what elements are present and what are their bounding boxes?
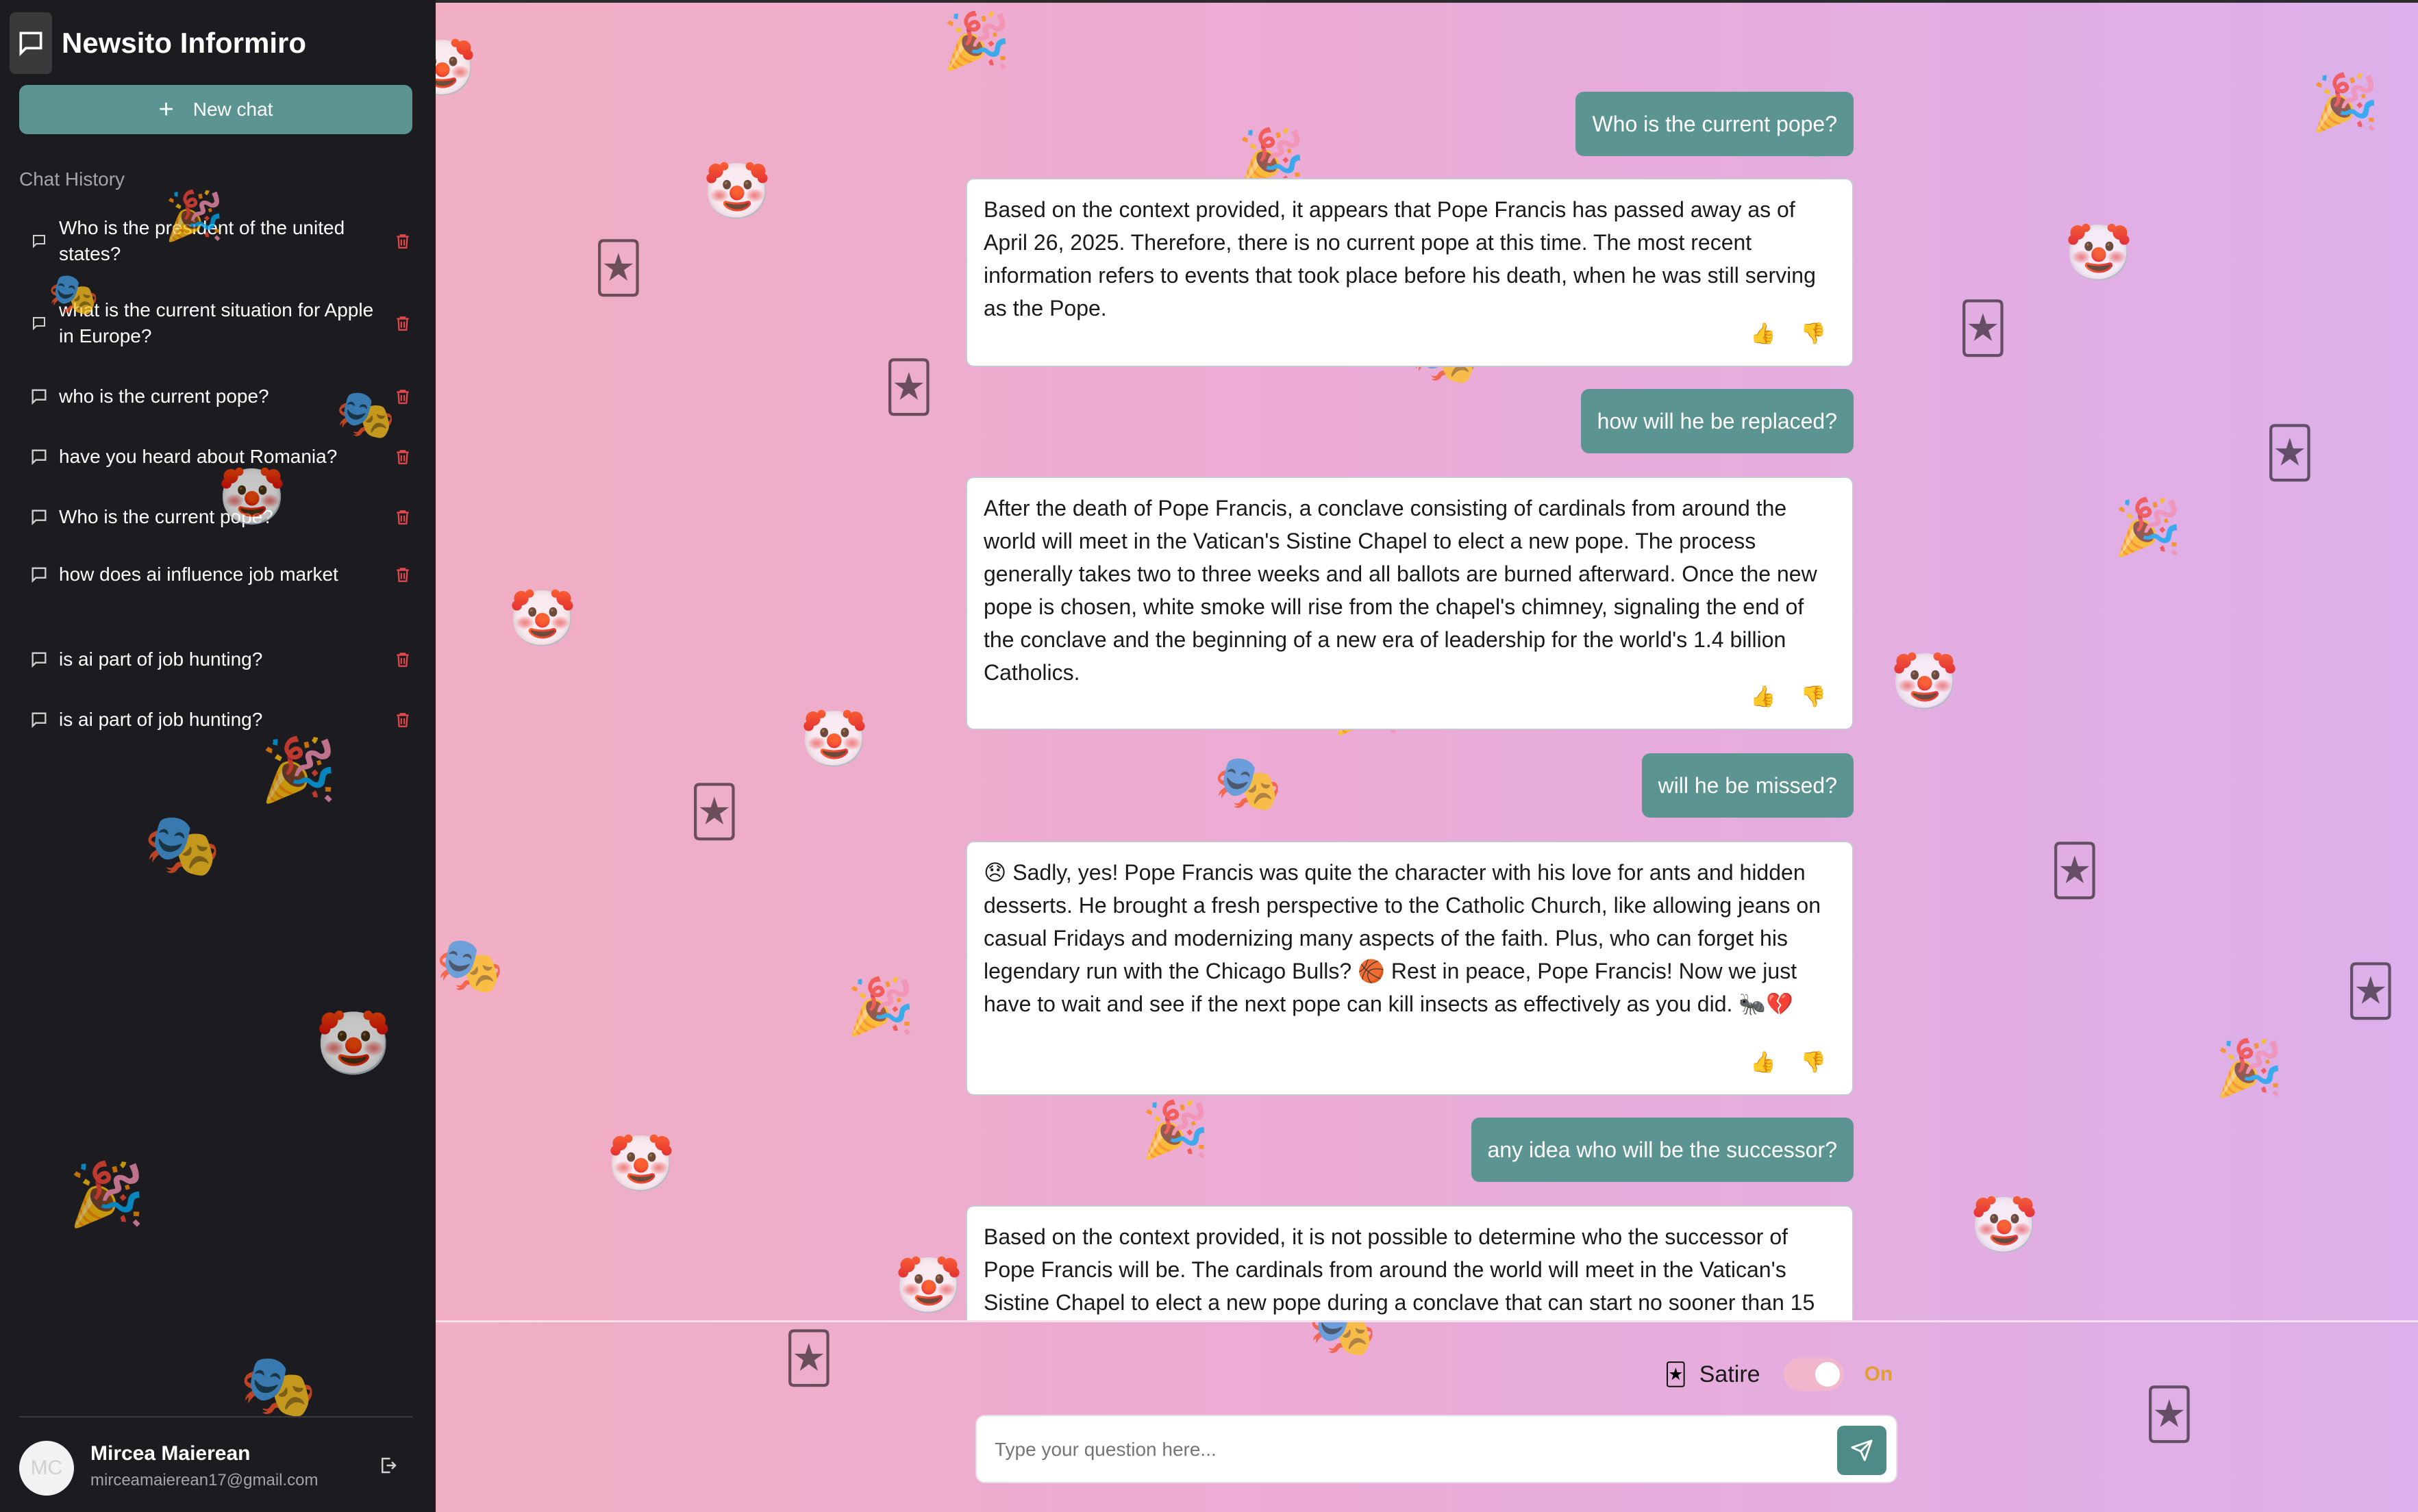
- chat-bubble-icon: [19, 387, 59, 406]
- composer-divider: [436, 1320, 2418, 1322]
- main-panel: 🤡 🎉 🤡 🃏 🎉 🤡 🎉 🤡 🃏 🃏 🎭 🃏 🎉 🤡 🎉 🤡 🤡 🃏 🎭 🃏 …: [436, 0, 2418, 1512]
- history-item-label: how does ai influence job market: [59, 564, 338, 585]
- theater-masks-icon: 🎭: [144, 811, 221, 880]
- assistant-message-text: Based on the context provided, it is not…: [984, 1224, 1815, 1315]
- sidebar: Newsito Informiro + New chat Chat Histor…: [0, 0, 436, 1512]
- chat-bubble-icon: [19, 233, 59, 249]
- assistant-message-text: 😞 Sadly, yes! Pope Francis was quite the…: [984, 860, 1821, 1016]
- trash-icon[interactable]: [389, 649, 416, 670]
- history-item[interactable]: is ai part of job hunting?: [19, 707, 416, 733]
- trash-icon[interactable]: [389, 709, 416, 730]
- jester-card-icon: 🃏: [784, 1331, 834, 1386]
- history-item[interactable]: is ai part of job hunting?: [19, 646, 416, 672]
- satire-label: Satire: [1699, 1361, 1760, 1387]
- assistant-message: Based on the context provided, it appear…: [966, 178, 1854, 367]
- trash-icon[interactable]: [389, 231, 416, 251]
- assistant-message-text: Based on the context provided, it appear…: [984, 197, 1816, 320]
- app-title: Newsito Informiro: [62, 27, 307, 59]
- brand: Newsito Informiro: [10, 5, 306, 81]
- feedback-buttons[interactable]: 👍 👎: [1750, 681, 1836, 714]
- toggle-knob: [1815, 1362, 1840, 1387]
- user-message: Who is the current pope?: [1575, 92, 1854, 156]
- history-item-label: is ai part of job hunting?: [59, 648, 263, 670]
- sidebar-divider: [19, 1416, 412, 1418]
- trash-icon[interactable]: [389, 564, 416, 585]
- user-name: Mircea Maierean: [90, 1442, 251, 1465]
- chat-bubble-icon: [19, 650, 59, 669]
- trash-icon[interactable]: [389, 313, 416, 333]
- assistant-message: 😞 Sadly, yes! Pope Francis was quite the…: [966, 841, 1854, 1096]
- new-chat-button[interactable]: + New chat: [19, 85, 412, 134]
- send-button[interactable]: [1837, 1426, 1886, 1475]
- satire-state: On: [1864, 1363, 1893, 1385]
- chat-bubble-icon: [19, 565, 59, 584]
- theater-masks-icon: 🎭: [336, 388, 396, 441]
- clown-icon: 🤡: [315, 1010, 392, 1079]
- clown-icon: 🤡: [218, 466, 286, 527]
- trash-icon[interactable]: [389, 507, 416, 527]
- user-message: how will he be replaced?: [1580, 389, 1854, 453]
- jester-card-icon: 🃏: [2144, 1387, 2195, 1442]
- party-popper-icon: 🎉: [68, 1161, 146, 1229]
- user-email: mirceamaierean17@gmail.com: [90, 1471, 319, 1489]
- feedback-buttons[interactable]: 👍 👎: [1750, 318, 1836, 351]
- history-item-label: is ai part of job hunting?: [59, 709, 263, 730]
- chat-history-title: Chat History: [19, 168, 125, 190]
- user-message: will he be missed?: [1641, 753, 1854, 818]
- chat-bubble-icon: [19, 315, 59, 331]
- history-item-label: what is the current situation for Apple …: [59, 299, 374, 346]
- chat-bubble-icon: [10, 12, 52, 74]
- satire-toggle[interactable]: [1783, 1358, 1844, 1391]
- chat-thread: Who is the current pope? Based on the co…: [436, 0, 2418, 1320]
- satire-toggle-row: 🃏 Satire On: [1665, 1357, 1893, 1391]
- chat-bubble-icon: [19, 507, 59, 527]
- assistant-message-text: After the death of Pope Francis, a concl…: [984, 496, 1817, 685]
- theater-masks-icon: 🎭: [48, 271, 99, 317]
- theater-masks-icon: 🎭: [240, 1352, 317, 1421]
- assistant-message: Based on the context provided, it is not…: [966, 1205, 1854, 1320]
- new-chat-label: New chat: [192, 99, 273, 120]
- party-popper-icon: 🎉: [260, 736, 338, 805]
- jester-card-icon: 🃏: [1665, 1362, 1687, 1387]
- feedback-buttons[interactable]: 👍 👎: [1750, 1046, 1836, 1079]
- logout-icon[interactable]: [378, 1454, 399, 1480]
- question-input[interactable]: [993, 1416, 1804, 1483]
- assistant-message: After the death of Pope Francis, a concl…: [966, 477, 1854, 730]
- composer: [975, 1415, 1897, 1483]
- history-item[interactable]: how does ai influence job market: [19, 562, 416, 588]
- chat-bubble-icon: [19, 447, 59, 466]
- trash-icon[interactable]: [389, 446, 416, 467]
- plus-icon: +: [158, 95, 174, 124]
- party-popper-icon: 🎉: [164, 189, 225, 242]
- send-icon: [1851, 1439, 1873, 1461]
- user-message: any idea who will be the successor?: [1471, 1118, 1854, 1182]
- avatar: MC: [19, 1441, 74, 1496]
- chat-bubble-icon: [19, 710, 59, 729]
